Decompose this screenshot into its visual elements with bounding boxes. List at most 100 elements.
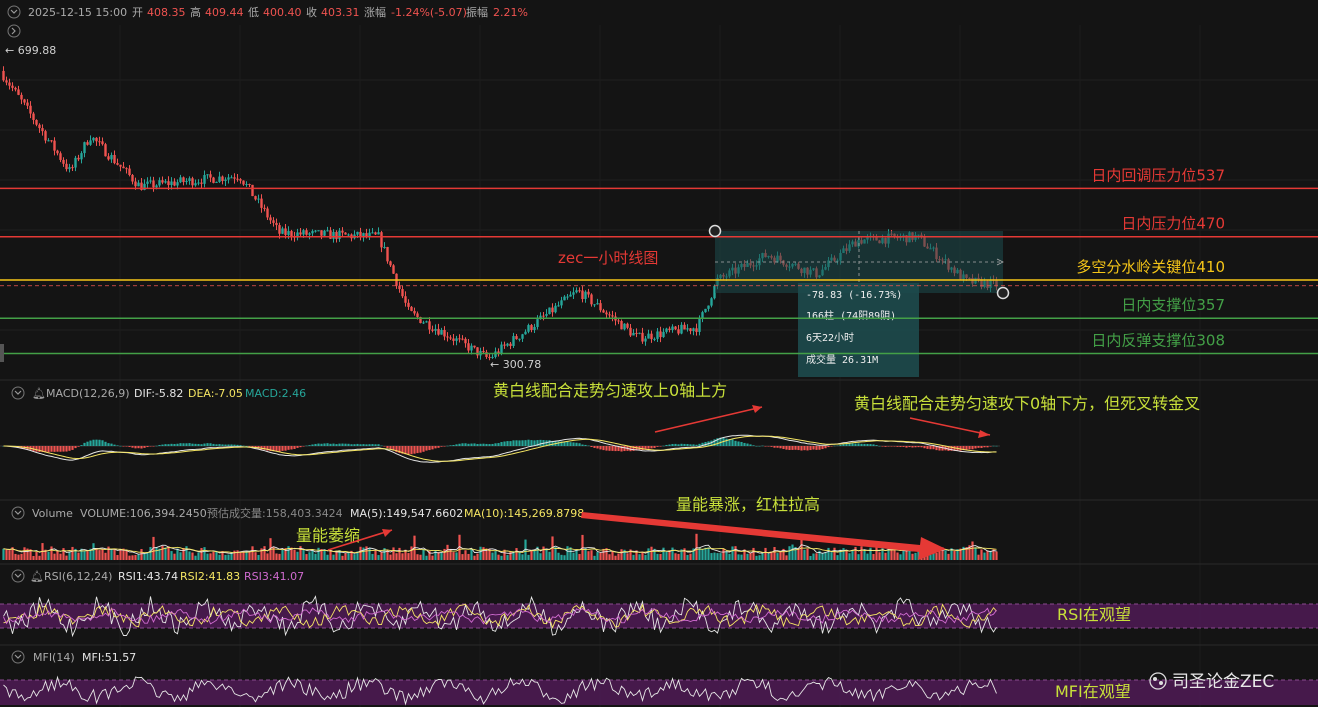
volume-bar	[725, 551, 728, 560]
macd-bar	[740, 441, 743, 446]
volume-bar	[911, 553, 914, 560]
macd-bar	[182, 443, 185, 446]
macd-bar	[575, 442, 578, 446]
macd-bar	[773, 446, 776, 448]
macd-bar	[641, 446, 644, 451]
volume-bar	[710, 553, 713, 560]
rsi-bell-icon[interactable]: 🔔︎	[30, 570, 44, 583]
change-label: 涨幅	[364, 6, 386, 19]
volume-bar	[527, 554, 530, 560]
macd-bar	[530, 440, 533, 446]
macd-bar	[572, 442, 575, 446]
volume-bar	[986, 550, 989, 560]
volume-bar	[995, 551, 998, 560]
volume-bar	[779, 551, 782, 560]
volume-bar	[278, 553, 281, 560]
macd-bar	[95, 439, 98, 446]
macd-bar	[758, 445, 761, 447]
chart-canvas[interactable]: 2025-12-15 15:00 开 408.35 高 409.44 低 400…	[0, 0, 1318, 707]
macd-bar	[158, 444, 161, 446]
macd-bar	[527, 439, 530, 446]
volume-bar	[515, 548, 518, 560]
volume-bar	[431, 555, 434, 560]
measure-end-handle[interactable]	[996, 286, 1010, 300]
macd-bar	[119, 445, 122, 447]
macd-bar	[914, 446, 917, 448]
macd-bar	[92, 439, 95, 446]
bell-icon[interactable]: 🔔︎	[32, 387, 46, 400]
volume-bar	[647, 548, 650, 560]
volume-bar	[842, 548, 845, 560]
macd-bar	[695, 444, 698, 446]
macd-bar	[428, 446, 431, 451]
volume-bar	[353, 554, 356, 560]
macd-bar	[485, 443, 488, 446]
volume-bar	[341, 555, 344, 560]
volume-bar	[128, 555, 131, 560]
macd-bar	[377, 444, 380, 446]
volume-bar	[95, 548, 98, 560]
volume-bar	[662, 547, 665, 560]
macd-bar	[515, 440, 518, 446]
macd-bar	[203, 443, 206, 446]
volume-value: VOLUME:106,394.2450	[80, 507, 207, 520]
macd-bar	[425, 446, 428, 451]
macd-bar	[509, 441, 512, 446]
macd-bar	[386, 446, 389, 449]
macd-bar	[686, 444, 689, 446]
volume-bar	[266, 553, 269, 560]
macd-bar	[884, 446, 887, 447]
macd-bar	[185, 443, 188, 446]
macd-bar	[323, 443, 326, 446]
close-value: 403.31	[321, 6, 360, 19]
volume-bar	[83, 550, 86, 560]
volume-bar	[848, 553, 851, 560]
macd-bar	[227, 444, 230, 446]
volume-bar	[416, 554, 419, 560]
volume-bar	[797, 548, 800, 560]
volume-bar	[578, 553, 581, 560]
volume-bar	[884, 552, 887, 560]
pane-resize-handle[interactable]	[0, 344, 4, 362]
open-label: 开	[132, 6, 143, 19]
volume-bar	[674, 553, 677, 560]
volume-bar	[731, 546, 734, 560]
header-date: 2025-12-15 15:00	[28, 6, 127, 19]
volume-bar	[2, 548, 5, 560]
volume-bar	[521, 554, 524, 560]
volume-bar	[506, 555, 509, 560]
volume-bar	[626, 553, 629, 560]
macd-bar	[839, 444, 842, 446]
macd-bar	[872, 444, 875, 446]
macd-bar	[653, 446, 656, 448]
macd-bar	[467, 443, 470, 446]
volume-bar	[227, 554, 230, 560]
volume-bar	[494, 551, 497, 560]
macd-bar	[494, 443, 497, 446]
macd-bar	[968, 446, 971, 450]
volume-bar	[971, 541, 974, 560]
volume-bar	[56, 550, 59, 560]
macd-bar	[821, 446, 824, 450]
volume-bar	[455, 552, 458, 560]
volume-bar	[239, 551, 242, 560]
volume-bar	[323, 549, 326, 560]
macd-bar	[647, 446, 650, 449]
volume-bar	[206, 553, 209, 560]
volume-bar	[806, 548, 809, 560]
macd-bar	[368, 444, 371, 446]
macd-bar	[350, 444, 353, 446]
volume-bar	[173, 553, 176, 560]
macd-bar	[149, 446, 152, 447]
volume-bar	[308, 552, 311, 560]
macd-bar	[89, 440, 92, 446]
volume-bar	[767, 553, 770, 560]
macd-bar	[896, 446, 899, 447]
measure-start-handle[interactable]	[708, 224, 722, 238]
macd-bar	[677, 444, 680, 446]
volume-bar	[293, 549, 296, 560]
macd-bar	[650, 446, 653, 449]
volume-bar	[92, 543, 95, 560]
candle	[104, 142, 107, 157]
volume-bar	[659, 553, 662, 560]
